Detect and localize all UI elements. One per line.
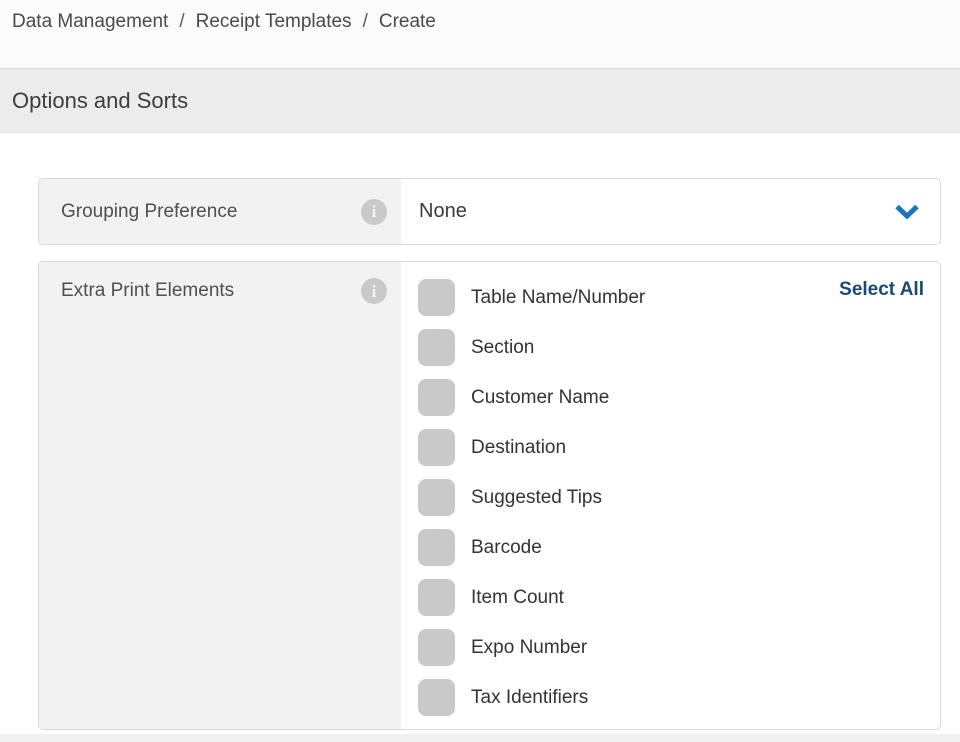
section-title: Options and Sorts [12, 88, 188, 114]
checkbox[interactable] [418, 629, 455, 666]
checkbox-row: Barcode [418, 529, 924, 566]
form-row-grouping-preference: Grouping Preference i None [38, 178, 941, 245]
checkbox[interactable] [418, 529, 455, 566]
checkbox[interactable] [418, 379, 455, 416]
checkbox-row: Suggested Tips [418, 479, 924, 516]
checkbox[interactable] [418, 479, 455, 516]
checkbox-row: Destination [418, 429, 924, 466]
label-row: Extra Print Elements i [61, 278, 387, 304]
select-all-link[interactable]: Select All [839, 279, 924, 301]
extra-print-elements-label: Extra Print Elements [61, 280, 234, 302]
checkbox-row: Customer Name [418, 379, 924, 416]
content-area: Grouping Preference i None Extra Print E… [0, 133, 960, 730]
dropdown-selected-value: None [419, 200, 467, 223]
chevron-down-icon[interactable] [894, 204, 920, 220]
form-row-extra-print-elements: Extra Print Elements i Select All Table … [38, 261, 941, 730]
next-section-divider [0, 734, 960, 742]
breadcrumb-item-create: Create [379, 10, 436, 34]
checkbox-row: Expo Number [418, 629, 924, 666]
checkbox-list: Table Name/Number Section Customer Name … [418, 279, 924, 716]
grouping-preference-label-column: Grouping Preference i [39, 179, 401, 244]
checkbox[interactable] [418, 329, 455, 366]
breadcrumb-separator: / [363, 10, 368, 34]
breadcrumb-separator: / [179, 10, 184, 34]
section-header-options-and-sorts: Options and Sorts [0, 69, 960, 133]
extra-print-elements-label-column: Extra Print Elements i [39, 262, 401, 729]
info-icon-glyph: i [372, 283, 377, 300]
info-icon[interactable]: i [361, 199, 387, 225]
checkbox[interactable] [418, 429, 455, 466]
info-icon[interactable]: i [361, 278, 387, 304]
checkbox-label: Table Name/Number [471, 287, 645, 309]
extra-print-elements-options: Select All Table Name/Number Section Cus… [401, 262, 940, 729]
checkbox-row: Item Count [418, 579, 924, 616]
grouping-preference-dropdown[interactable]: None [401, 179, 940, 244]
breadcrumb-item-data-management[interactable]: Data Management [12, 10, 168, 34]
checkbox[interactable] [418, 279, 455, 316]
checkbox-label: Item Count [471, 587, 564, 609]
checkbox-row: Tax Identifiers [418, 679, 924, 716]
checkbox-label: Barcode [471, 537, 542, 559]
checkbox-label: Section [471, 337, 534, 359]
checkbox[interactable] [418, 579, 455, 616]
checkbox-label: Suggested Tips [471, 487, 602, 509]
checkbox[interactable] [418, 679, 455, 716]
label-row: Grouping Preference i [61, 199, 387, 225]
checkbox-row: Section [418, 329, 924, 366]
checkbox-label: Customer Name [471, 387, 609, 409]
info-icon-glyph: i [372, 203, 377, 220]
breadcrumb: Data Management / Receipt Templates / Cr… [0, 0, 960, 69]
checkbox-label: Tax Identifiers [471, 687, 588, 709]
grouping-preference-label: Grouping Preference [61, 201, 237, 223]
breadcrumb-item-receipt-templates[interactable]: Receipt Templates [196, 10, 352, 34]
checkbox-label: Expo Number [471, 637, 587, 659]
checkbox-label: Destination [471, 437, 566, 459]
